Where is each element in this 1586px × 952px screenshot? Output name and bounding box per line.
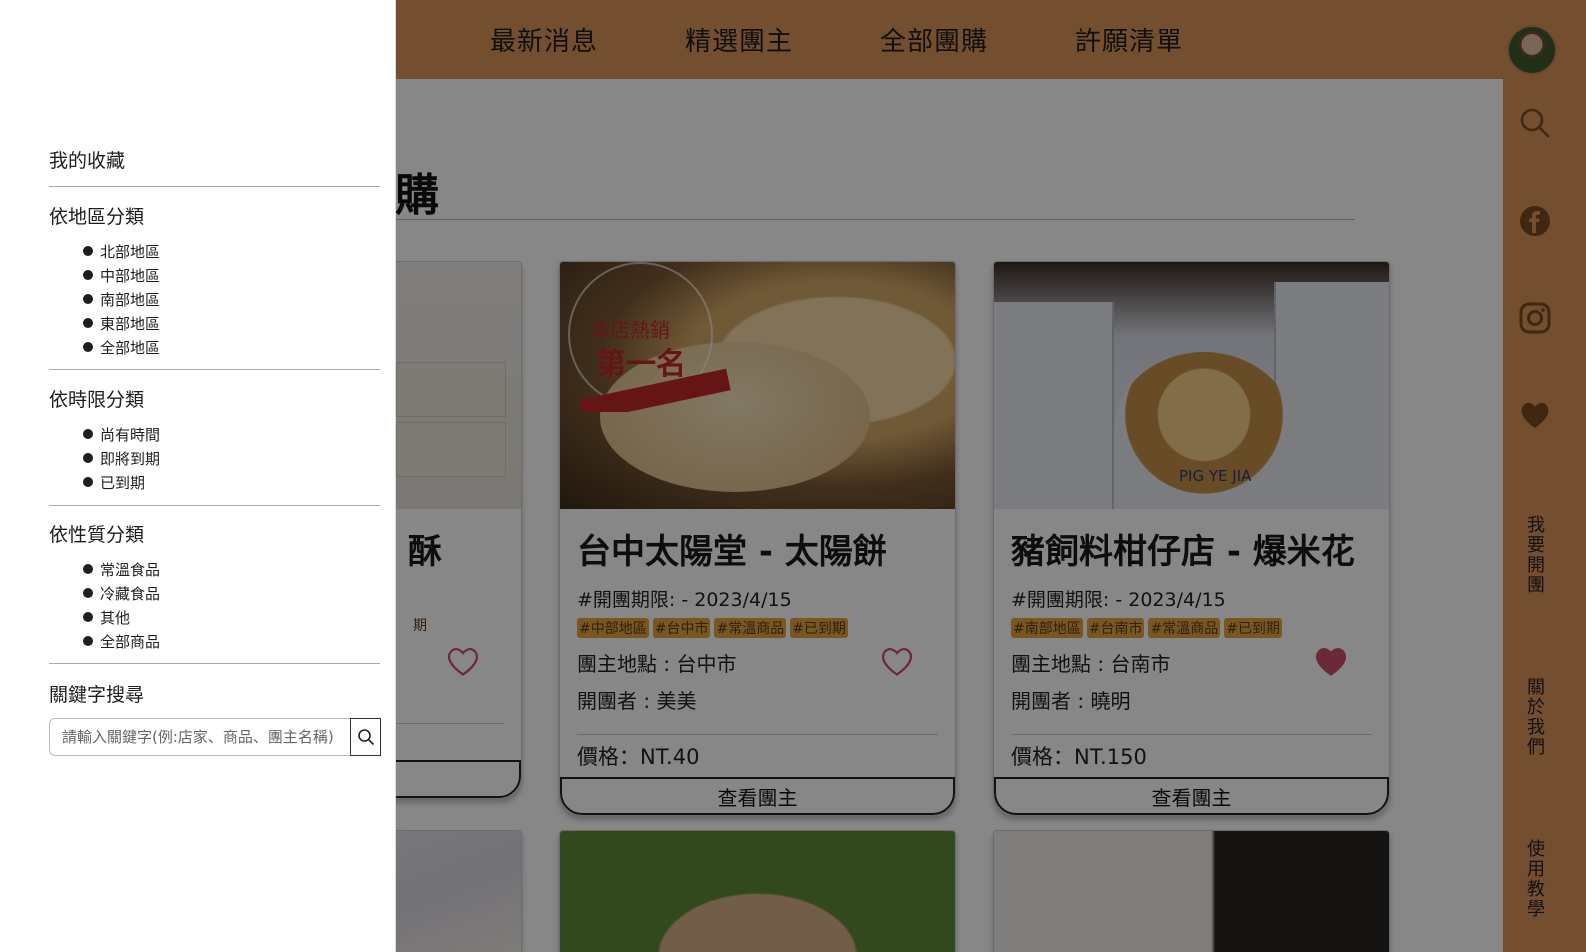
filter-other[interactable]: 其他 (83, 605, 380, 629)
type-filter-heading: 依性質分類 (49, 524, 145, 546)
region-filter-list: 北部地區 中部地區 南部地區 東部地區 全部地區 (83, 239, 380, 359)
keyword-search (49, 718, 381, 756)
filter-south[interactable]: 南部地區 (83, 287, 380, 311)
filter-all-products[interactable]: 全部商品 (83, 629, 380, 653)
filter-room-temp[interactable]: 常溫食品 (83, 557, 380, 581)
filter-expiring-soon[interactable]: 即將到期 (83, 446, 380, 470)
filter-north[interactable]: 北部地區 (83, 239, 380, 263)
filter-expired[interactable]: 已到期 (83, 470, 380, 494)
filter-all-regions[interactable]: 全部地區 (83, 335, 380, 359)
keyword-search-input[interactable] (49, 718, 351, 756)
keyword-search-heading: 關鍵字搜尋 (49, 684, 145, 706)
search-button[interactable] (350, 718, 381, 756)
time-filter-heading: 依時限分類 (49, 389, 145, 411)
filter-refrigerated[interactable]: 冷藏食品 (83, 581, 380, 605)
time-filter-list: 尚有時間 即將到期 已到期 (83, 422, 380, 494)
divider (49, 505, 380, 506)
search-icon (357, 729, 374, 746)
filter-sidebar: 我的收藏 依地區分類 北部地區 中部地區 南部地區 東部地區 全部地區 依時限分… (0, 0, 396, 952)
divider (49, 186, 380, 187)
divider (49, 369, 380, 370)
divider (49, 663, 380, 664)
type-filter-list: 常溫食品 冷藏食品 其他 全部商品 (83, 557, 380, 653)
my-favorites-link[interactable]: 我的收藏 (49, 146, 380, 173)
filter-time-remaining[interactable]: 尚有時間 (83, 422, 380, 446)
filter-central[interactable]: 中部地區 (83, 263, 380, 287)
filter-east[interactable]: 東部地區 (83, 311, 380, 335)
region-filter-heading: 依地區分類 (49, 206, 145, 228)
